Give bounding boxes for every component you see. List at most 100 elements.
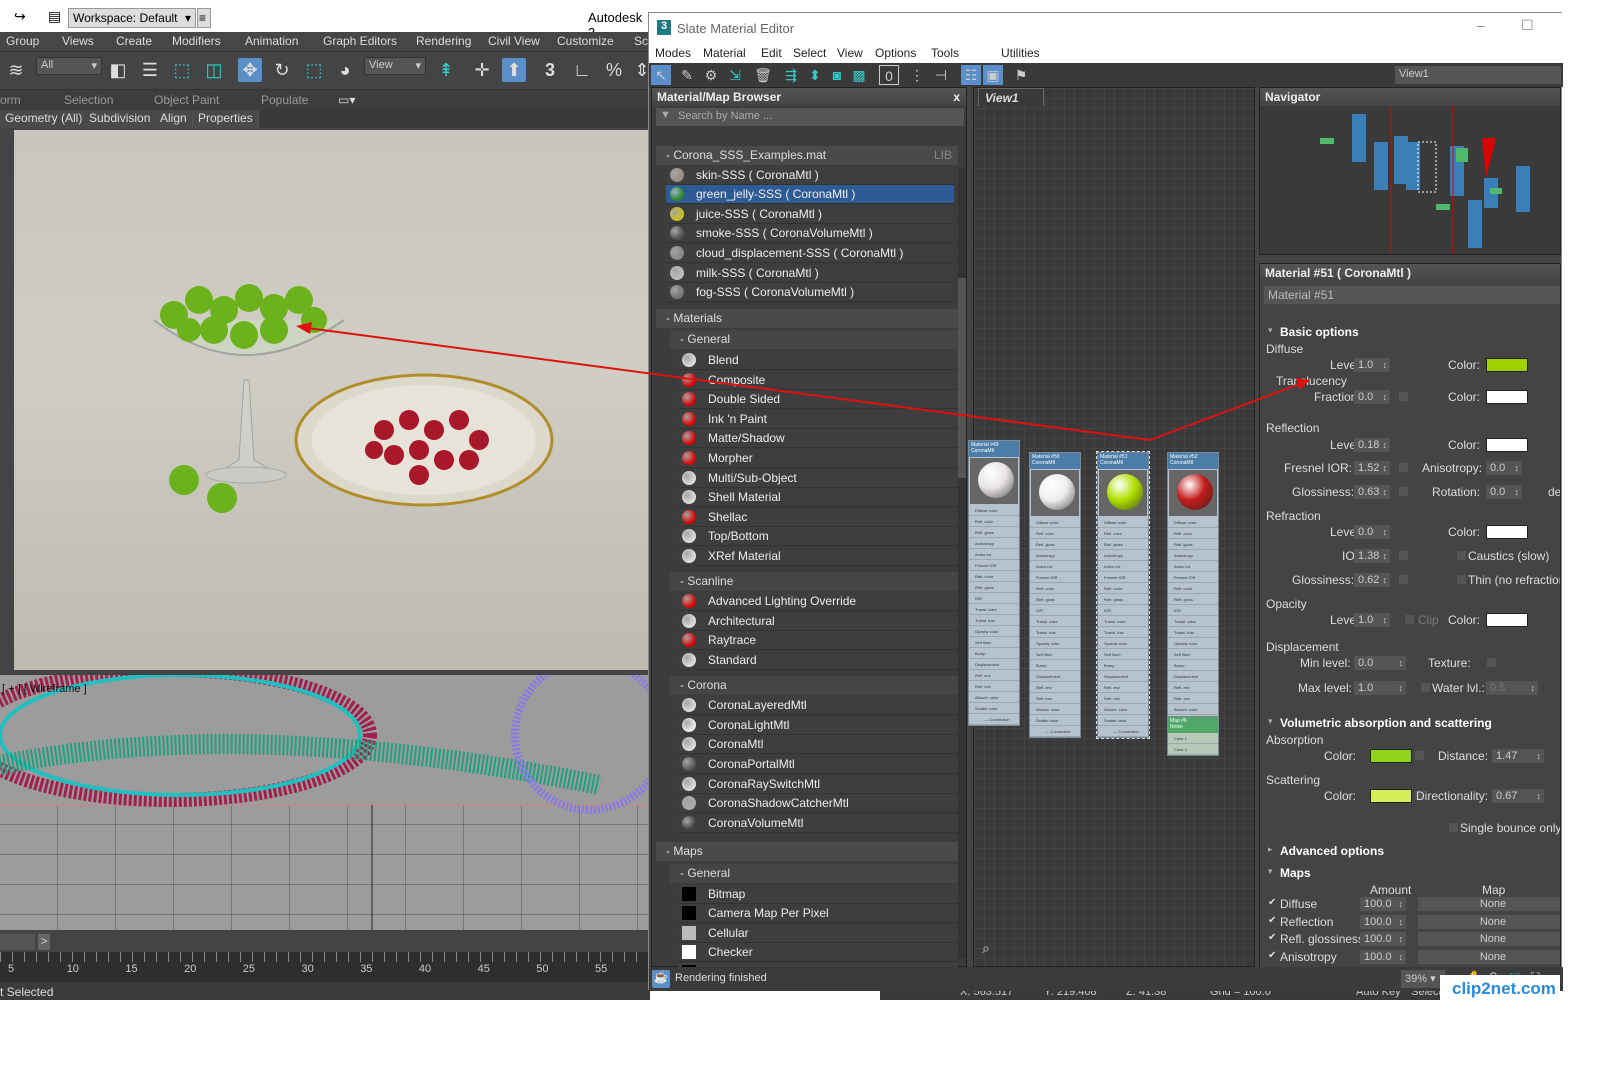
library-material-item[interactable]: fog-SSS ( CoronaVolumeMtl ) [666, 283, 954, 303]
node-slot[interactable]: Refr. color [1168, 583, 1218, 594]
node-slot[interactable]: Bump [969, 648, 1019, 659]
map-enable-checkbox[interactable]: ✔ [1268, 932, 1276, 943]
map-amount-spinner[interactable]: 100.0 [1360, 897, 1406, 911]
node-slot[interactable]: Diffuse color [1030, 517, 1080, 528]
library-material-item[interactable]: skin-SSS ( CoronaMtl ) [666, 165, 954, 185]
map-amount-spinner[interactable]: 100.0 [1360, 914, 1406, 929]
refr-gloss-map-button[interactable] [1398, 574, 1409, 585]
ribbon-options-icon[interactable]: ▭▾ [338, 93, 355, 107]
node-slot[interactable]: Refl. gloss [969, 527, 1019, 538]
node-slot[interactable]: Absorb. color [1030, 704, 1080, 715]
node-slot[interactable]: Refl. env [1098, 682, 1148, 693]
water-level-checkbox[interactable] [1420, 682, 1431, 693]
max-level-spinner[interactable]: 1.0 [1354, 681, 1406, 695]
node-connection[interactable]: — Connection [1098, 726, 1148, 737]
node-view[interactable]: View1 Material #49 CoronaMtl Diffuse color… [968, 87, 1255, 967]
node-slot[interactable]: Refr. gloss [969, 582, 1019, 593]
node-slot[interactable]: Transl. frac [1098, 627, 1148, 638]
node-slot[interactable]: Displacement [1168, 671, 1218, 682]
node-slot[interactable]: Absorb. color [1098, 704, 1148, 715]
node-slot[interactable]: Refr. env [1030, 693, 1080, 704]
map-slot-button[interactable]: None [1418, 932, 1560, 946]
node-slot[interactable]: Refl. env [969, 670, 1019, 681]
materials-section-header[interactable]: - Materials [656, 308, 958, 328]
slate-menu-view[interactable]: View [837, 46, 863, 60]
browser-item[interactable]: Double Sided [678, 390, 958, 410]
fraction-spinner[interactable]: 0.0 [1354, 390, 1390, 404]
rect-selection-icon[interactable]: ⬚ [170, 58, 194, 82]
slate-menu-edit[interactable]: Edit [761, 46, 782, 60]
next-frame-icon[interactable]: > [38, 934, 50, 950]
node-slot[interactable]: Transl. color [1030, 616, 1080, 627]
material-id-icon[interactable]: 0 [879, 65, 899, 85]
node-slot[interactable]: Color 1 [1168, 733, 1218, 744]
browser-item[interactable]: Bitmap [678, 884, 958, 904]
node-slot[interactable]: Refr. color [1030, 583, 1080, 594]
ribbon-1[interactable]: Selection [64, 93, 113, 107]
node-slot[interactable]: Opacity color [1030, 638, 1080, 649]
browser-item[interactable]: Composite [678, 370, 958, 390]
refl-glossiness-spinner[interactable]: 0.63 [1354, 485, 1390, 499]
menu-graph-editors[interactable]: Graph Editors [323, 34, 397, 48]
scattering-color-swatch[interactable] [1370, 789, 1412, 803]
node-slot[interactable]: Refl. color [1168, 528, 1218, 539]
hide-unused-icon[interactable]: ⬍ [805, 65, 825, 85]
fraction-map-button[interactable] [1398, 391, 1409, 402]
put-to-scene-icon[interactable]: ⚙ [701, 65, 721, 85]
browser-item[interactable]: CoronaVolumeMtl [678, 813, 958, 833]
select-object-icon[interactable]: ◧ [106, 58, 130, 82]
select-by-name-icon[interactable]: ☰ [138, 58, 162, 82]
diffuse-level-spinner[interactable]: 1.0 [1354, 358, 1390, 372]
absorption-map-button[interactable] [1414, 750, 1425, 761]
node-header[interactable]: Material #49 CoronaMtl [969, 441, 1019, 457]
map-slot-button[interactable]: None [1418, 897, 1560, 911]
ribbon-2[interactable]: Object Paint [154, 93, 219, 107]
node-slot[interactable]: Bump [1098, 660, 1148, 671]
ior-map-button[interactable] [1398, 550, 1409, 561]
node-slot[interactable]: Fresnel IOR [1030, 572, 1080, 583]
slate-menu-select[interactable]: Select [793, 46, 826, 60]
node-slot[interactable]: Aniso rot. [1030, 561, 1080, 572]
node-slot[interactable]: Transl. frac [1168, 627, 1218, 638]
time-slider[interactable]: > [0, 932, 650, 952]
layout-all-icon[interactable]: ⋮ [907, 65, 927, 85]
library-material-item[interactable]: juice-SSS ( CoronaMtl ) [666, 204, 954, 224]
selection-filter-dropdown[interactable]: All ▾ [36, 57, 102, 75]
ribbon-tab[interactable]: Geometry (All) [0, 110, 89, 128]
material-node[interactable]: Material #52 CoronaMtl Diffuse color Refl. … [1167, 452, 1219, 738]
browser-item[interactable]: CoronaShadowCatcherMtl [678, 794, 958, 814]
angle-snap-icon[interactable]: ∟ [570, 58, 594, 82]
node-header[interactable]: Material #50 CoronaMtl [1030, 453, 1080, 469]
gloss-map-button[interactable] [1398, 486, 1409, 497]
select-manipulate-icon[interactable]: ⬆ [502, 58, 526, 82]
group-header[interactable]: - Scanline [670, 571, 958, 591]
node-slot[interactable]: Refl. gloss [1030, 539, 1080, 550]
material-node[interactable]: Material #49 CoronaMtl Diffuse color Refl. … [968, 440, 1020, 726]
browser-item[interactable]: Ink 'n Paint [678, 409, 958, 429]
node-slot[interactable]: Absorb. color [1168, 704, 1218, 715]
material-browser-toggle-icon[interactable]: ☷ [961, 65, 981, 85]
thin-checkbox[interactable] [1456, 574, 1467, 585]
map-node[interactable]: Map #6 Noise Color 1 Color 2 [1167, 716, 1219, 756]
node-slot[interactable]: Self Illum [1098, 649, 1148, 660]
library-material-item[interactable]: green_jelly-SSS ( CoronaMtl ) [666, 185, 954, 205]
show-shaded-map-icon[interactable]: ◙ [827, 65, 847, 85]
node-slot[interactable]: Fresnel IOR [969, 560, 1019, 571]
node-slot[interactable]: Refl. gloss [1098, 539, 1148, 550]
node-header[interactable]: Material #52 CoronaMtl [1168, 453, 1218, 469]
distance-spinner[interactable]: 1.47 [1492, 749, 1544, 763]
slate-menu-utilities[interactable]: Utilities [1001, 46, 1040, 60]
tab-view1[interactable]: View1 [978, 88, 1044, 106]
menu-views[interactable]: Views [62, 34, 94, 48]
window-crossing-icon[interactable]: ◫ [202, 58, 226, 82]
timeline-ruler[interactable]: 5 10 15 20 25 30 35 40 45 50 55 [0, 952, 650, 982]
browser-item[interactable]: CoronaRaySwitchMtl [678, 774, 958, 794]
opacity-level-spinner[interactable]: 1.0 [1354, 613, 1390, 627]
node-slot[interactable]: Opacity color [969, 626, 1019, 637]
node-slot[interactable]: Diffuse color [1168, 517, 1218, 528]
parameter-editor-toggle-icon[interactable]: ▣ [983, 65, 1003, 85]
absorption-color-swatch[interactable] [1370, 749, 1412, 763]
browser-item[interactable]: CoronaPortalMtl [678, 755, 958, 774]
node-slot[interactable]: IOR [969, 593, 1019, 604]
ribbon-tab[interactable]: Align [155, 110, 193, 128]
